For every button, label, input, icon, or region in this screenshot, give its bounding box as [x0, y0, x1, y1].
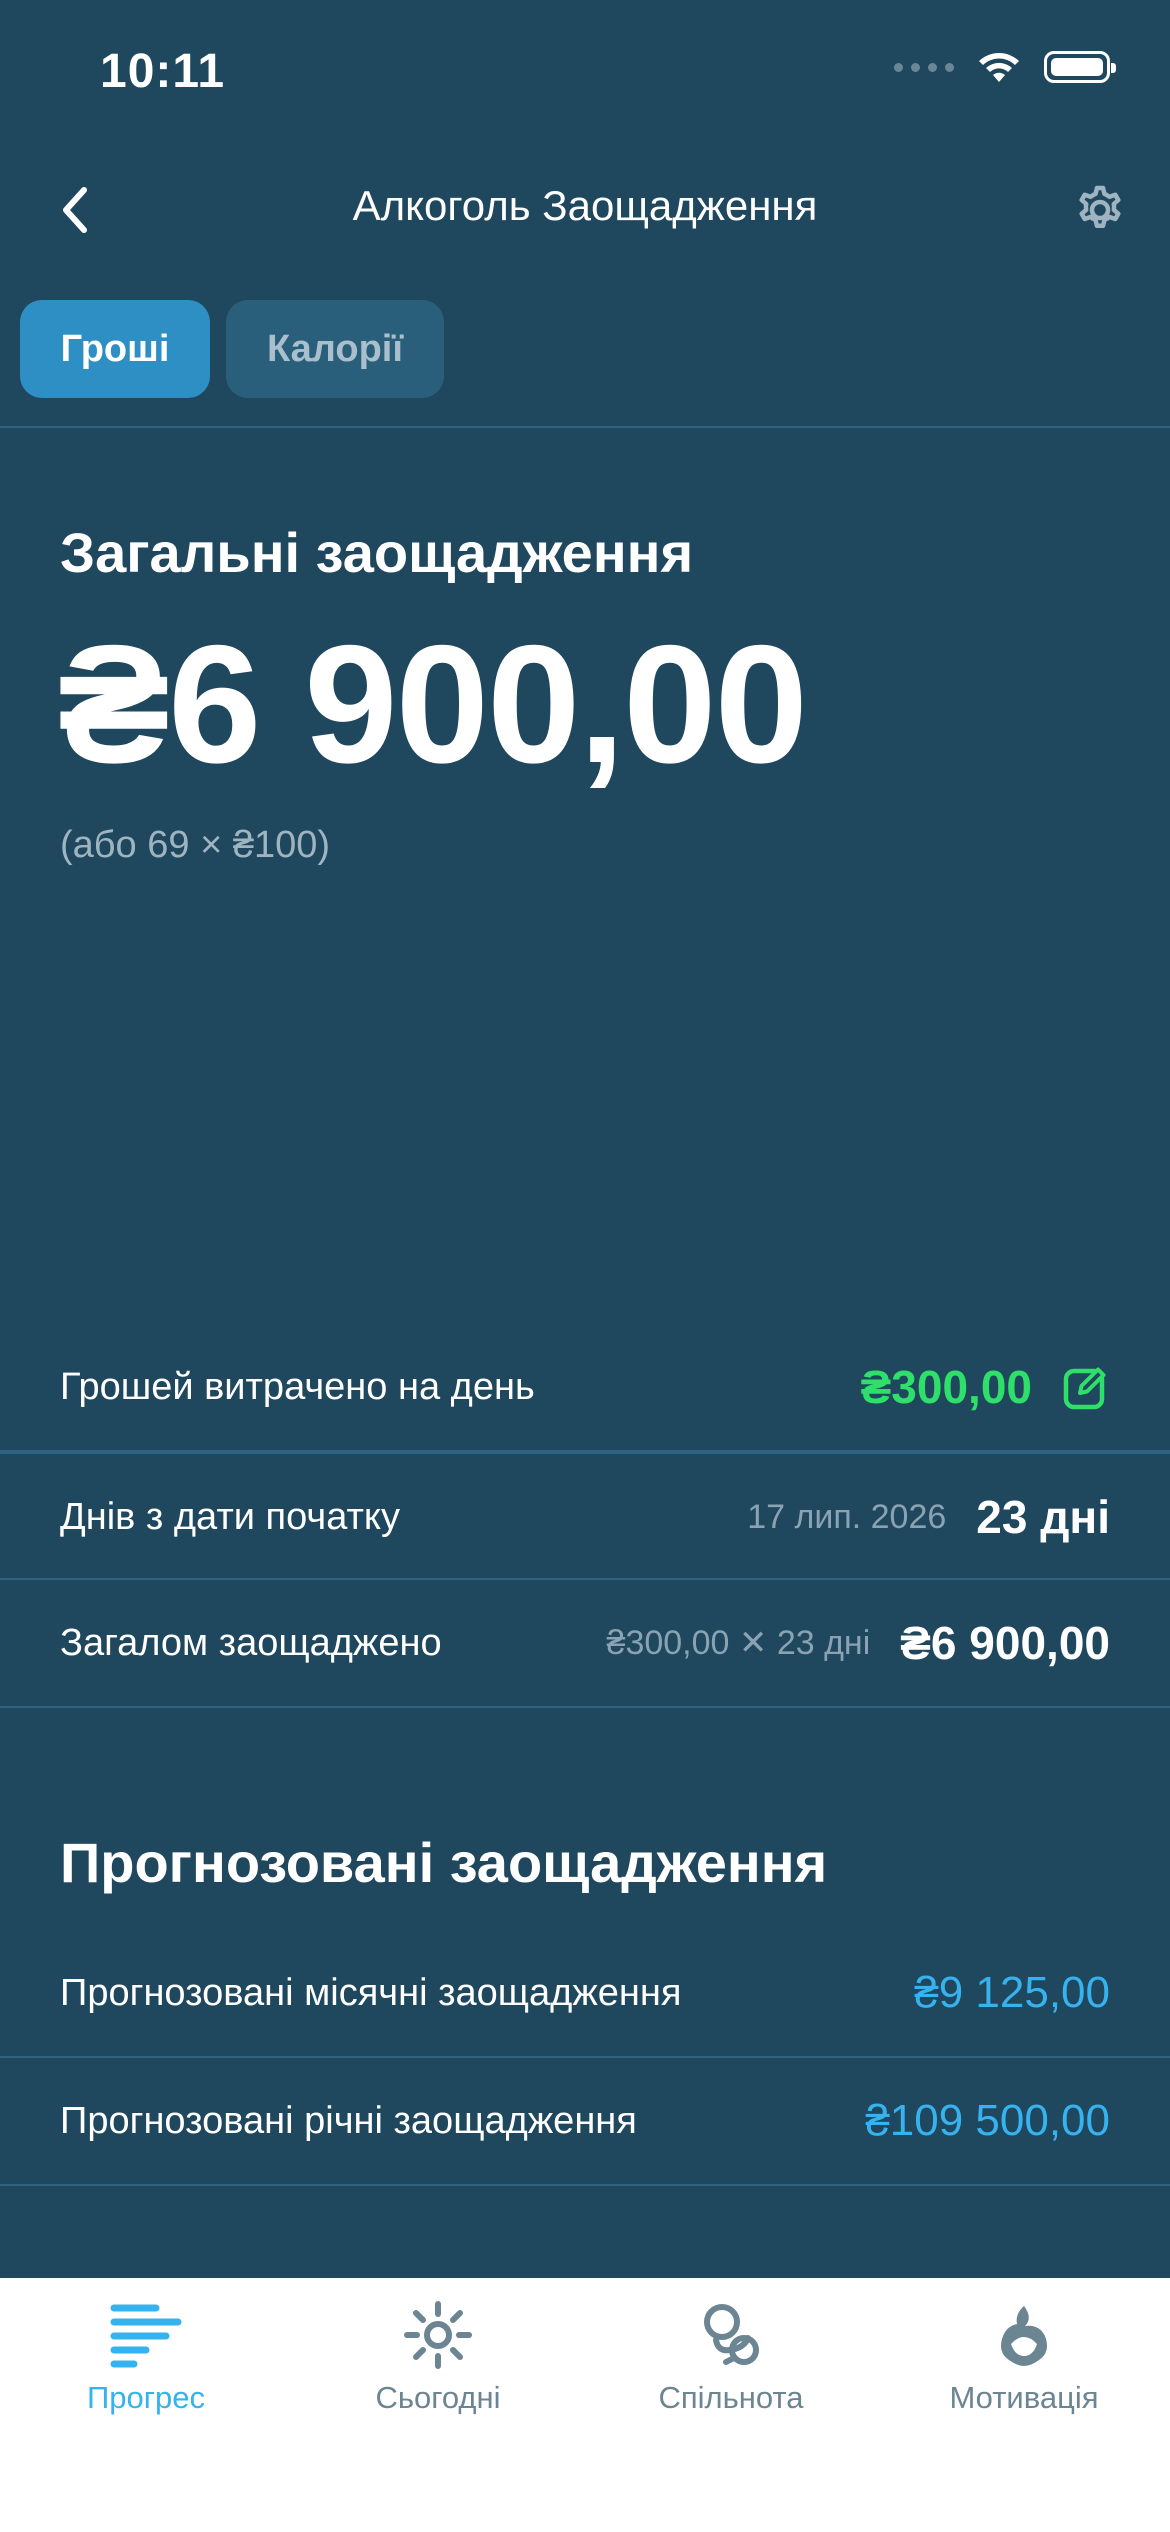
forecast-monthly-label: Прогнозовані місячні заощадження: [60, 1972, 682, 2014]
bottom-tab-bar: Прогрес Сьогодні Спільнота Мотивація: [0, 2278, 1170, 2532]
nav-today[interactable]: Сьогодні: [292, 2278, 584, 2478]
forecast-yearly-value: ₴109 500,00: [865, 2096, 1110, 2145]
page-title: Алкоголь Заощадження: [352, 182, 818, 229]
forecast-title: Прогнозовані заощадження: [60, 1831, 828, 1894]
status-time: 10:11: [100, 45, 226, 98]
start-date: 17 лип. 2026: [747, 1497, 947, 1536]
total-saved-value: ₴6 900,00: [900, 1617, 1110, 1669]
forecast-yearly-label: Прогнозовані річні заощадження: [60, 2100, 637, 2142]
nav-today-label: Сьогодні: [375, 2380, 501, 2415]
sun-icon: [404, 2301, 472, 2369]
nav-community[interactable]: Спільнота: [585, 2278, 877, 2478]
days-since-start-row: Днів з дати початку 17 лип. 2026 23 дні: [0, 1452, 1170, 1580]
nav-progress[interactable]: Прогрес: [0, 2278, 292, 2478]
days-count: 23 дні: [976, 1491, 1110, 1543]
community-icon: [704, 2304, 759, 2365]
forecast-monthly-row: Прогнозовані місячні заощадження ₴9 125,…: [0, 1930, 1170, 2058]
status-bar: 10:11: [0, 0, 1170, 150]
daily-spend-value: ₴300,00: [860, 1361, 1032, 1413]
cellular-signal-icon: [894, 62, 954, 72]
daily-spend-label: Грошей витрачено на день: [60, 1366, 535, 1408]
forecast-monthly-value-group: ₴9 125,00: [914, 1930, 1110, 2056]
edit-icon[interactable]: [1062, 1363, 1110, 1411]
progress-icon: [110, 2304, 182, 2368]
battery-icon: [1044, 51, 1116, 83]
tab-money[interactable]: Гроші: [20, 300, 210, 398]
status-icons: [894, 50, 1116, 84]
forecast-yearly-value-group: ₴109 500,00: [865, 2058, 1110, 2184]
total-saved-row: Загалом заощаджено ₴300,00 ✕ 23 дні ₴6 9…: [0, 1580, 1170, 1708]
nav-bar: Алкоголь Заощадження: [0, 160, 1170, 260]
total-savings-hint: (або 69 × ₴100): [60, 824, 331, 866]
daily-spend-value-group: ₴300,00: [861, 1324, 1110, 1450]
motivation-icon: [1001, 2306, 1047, 2366]
nav-community-label: Спільнота: [658, 2380, 804, 2415]
total-saved-value-group: ₴300,00 ✕ 23 дні ₴6 900,00: [607, 1580, 1110, 1706]
daily-spend-row: Грошей витрачено на день ₴300,00: [0, 1324, 1170, 1452]
settings-button[interactable]: [1070, 180, 1130, 240]
nav-progress-label: Прогрес: [86, 2380, 206, 2415]
nav-motivation[interactable]: Мотивація: [878, 2278, 1170, 2478]
days-since-start-label: Днів з дати початку: [60, 1496, 400, 1538]
total-saved-formula: ₴300,00 ✕ 23 дні: [606, 1624, 871, 1662]
segment-tabs: Гроші Калорії: [20, 300, 444, 398]
nav-motivation-label: Мотивація: [949, 2380, 1099, 2415]
gear-icon: [1079, 185, 1121, 229]
days-since-start-value-group: 17 лип. 2026 23 дні: [747, 1454, 1110, 1580]
tab-calories[interactable]: Калорії: [226, 300, 444, 398]
divider: [0, 426, 1170, 428]
total-saved-label: Загалом заощаджено: [60, 1622, 442, 1664]
forecast-yearly-row: Прогнозовані річні заощадження ₴109 500,…: [0, 2058, 1170, 2186]
total-savings-amount: ₴6 900,00: [58, 610, 808, 798]
forecast-monthly-value: ₴9 125,00: [914, 1968, 1110, 2017]
wifi-icon: [979, 53, 1019, 82]
total-savings-title: Загальні заощадження: [60, 521, 694, 584]
